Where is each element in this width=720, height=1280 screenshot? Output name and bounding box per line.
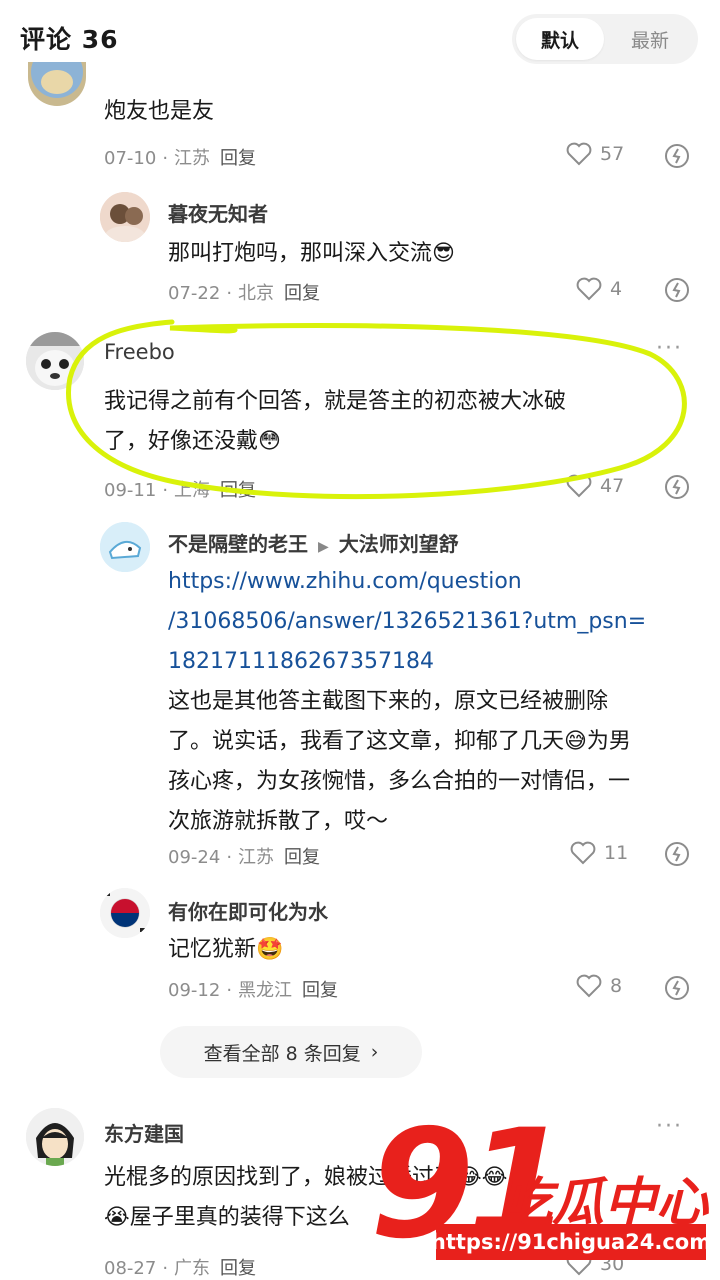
broken-heart-icon xyxy=(665,976,689,1000)
comment-date: 09-12 xyxy=(168,980,221,1001)
comment-location: 江苏 xyxy=(238,847,275,868)
heart-icon xyxy=(566,474,592,498)
reply-button[interactable]: 回复 xyxy=(284,847,320,868)
comment-text-line: 次旅游就拆散了，哎～ xyxy=(168,809,389,834)
avatar[interactable] xyxy=(100,888,150,938)
broken-heart-icon xyxy=(665,144,689,168)
like-button[interactable]: 47 xyxy=(566,474,624,498)
comment-text-part: 光棍多的原因找到了， xyxy=(104,1165,325,1190)
comment-text-line: 孩心疼，为女孩惋惜，多么合拍的一对情侣，一 xyxy=(168,769,631,794)
comment-location: 北京 xyxy=(238,283,275,304)
comment-date: 09-24 xyxy=(168,847,221,868)
watermark-url: https://91chigua24.com xyxy=(431,1224,711,1260)
like-count: 47 xyxy=(600,475,625,497)
comment-link[interactable]: /31068506/answer/1326521361?utm_psn= xyxy=(168,602,646,642)
reply-to-username[interactable]: 大法师刘望舒 xyxy=(339,532,459,556)
comment-text: 那叫打炮吗，那叫深入交流😎 xyxy=(168,241,455,266)
comment-link[interactable]: 1821711186267357184 xyxy=(168,642,434,682)
view-all-label: 查看全部 8 条回复 xyxy=(203,1042,361,1065)
comment-text-line: 我记得之前有个回答，就是答主的初恋被大冰破 xyxy=(104,389,567,414)
reply-arrow-icon: ▶ xyxy=(318,539,329,555)
reply-button[interactable]: 回复 xyxy=(220,1258,256,1279)
comment-text: 记忆犹新🤩 xyxy=(168,937,284,962)
dislike-button[interactable] xyxy=(664,474,690,500)
comment-text-part: 被 xyxy=(346,1165,369,1190)
dislike-button[interactable] xyxy=(664,143,690,169)
like-count: 8 xyxy=(610,975,623,997)
username[interactable]: Freebo xyxy=(104,340,175,364)
like-button[interactable]: 11 xyxy=(570,841,628,865)
username[interactable]: 有你在即可化为水 xyxy=(168,896,328,925)
comment-meta: 08-27 · 广东 回复 xyxy=(104,1258,257,1279)
avatar[interactable] xyxy=(26,332,84,390)
like-count: 57 xyxy=(600,143,625,165)
dislike-button[interactable] xyxy=(664,975,690,1001)
comment-date: 08-27 xyxy=(104,1258,157,1279)
comment-text-line: 了。说实话，我看了这文章，抑郁了几天😅为男 xyxy=(168,729,631,754)
broken-heart-icon xyxy=(665,475,689,499)
comment-text-line: 了，好像还没戴😳 xyxy=(104,429,281,454)
view-all-replies-button[interactable]: 查看全部 8 条回复 › xyxy=(160,1026,422,1078)
comment-location: 黑龙江 xyxy=(238,980,293,1001)
dislike-button[interactable] xyxy=(664,277,690,303)
chevron-right-icon: › xyxy=(370,1041,379,1063)
comment-date: 09-11 xyxy=(104,480,157,501)
sort-latest-button[interactable]: 最新 xyxy=(606,18,694,60)
reply-header: 不是隔壁的老王 ▶ 大法师刘望舒 xyxy=(168,528,459,557)
comment-meta: 09-11 · 上海 回复 xyxy=(104,480,257,501)
avatar[interactable] xyxy=(100,522,150,572)
like-button[interactable]: 57 xyxy=(566,142,624,166)
username[interactable]: 东方建国 xyxy=(104,1118,184,1147)
username[interactable]: 不是隔壁的老王 xyxy=(168,532,308,556)
broken-heart-icon xyxy=(665,842,689,866)
page-title: 评论 36 xyxy=(20,25,119,54)
dislike-button[interactable] xyxy=(664,841,690,867)
comment-link[interactable]: https://www.zhihu.com/question xyxy=(168,562,522,602)
like-button[interactable]: 8 xyxy=(576,974,622,998)
reply-button[interactable]: 回复 xyxy=(220,148,256,169)
avatar[interactable] xyxy=(100,192,150,242)
heart-icon xyxy=(566,142,592,166)
comment-meta: 07-10 · 江苏 回复 xyxy=(104,148,257,169)
like-button[interactable]: 4 xyxy=(576,277,622,301)
comment-location: 江苏 xyxy=(174,148,211,169)
broken-heart-icon xyxy=(665,278,689,302)
avatar[interactable] xyxy=(28,62,86,106)
comment-text-line: 这也是其他答主截图下来的，原文已经被删除 xyxy=(168,689,609,714)
comment-meta: 09-24 · 江苏 回复 xyxy=(168,847,321,868)
like-count: 4 xyxy=(610,278,623,300)
comment-date: 07-10 xyxy=(104,148,157,169)
comment-location: 广东 xyxy=(174,1258,211,1279)
comment-text-part: 娘 xyxy=(324,1165,347,1190)
like-count: 11 xyxy=(604,842,629,864)
more-options-icon[interactable]: ··· xyxy=(656,1114,683,1139)
heart-icon xyxy=(570,841,596,865)
reply-button[interactable]: 回复 xyxy=(302,980,338,1001)
username[interactable]: 暮夜无知者 xyxy=(168,198,268,227)
heart-icon xyxy=(576,277,602,301)
heart-icon xyxy=(576,974,602,998)
comment-text-line: 😭屋子里真的装得下这么 xyxy=(104,1205,350,1230)
sort-toggle: 默认 最新 xyxy=(512,14,698,64)
more-options-icon[interactable]: ··· xyxy=(656,336,683,361)
comment-text: 炮友也是友 xyxy=(104,99,215,124)
avatar[interactable] xyxy=(26,1108,84,1166)
comment-meta: 07-22 · 北京 回复 xyxy=(168,283,321,304)
comment-location: 上海 xyxy=(174,480,211,501)
comment-meta: 09-12 · 黑龙江 回复 xyxy=(168,980,339,1001)
reply-button[interactable]: 回复 xyxy=(220,480,256,501)
reply-button[interactable]: 回复 xyxy=(284,283,320,304)
comment-date: 07-22 xyxy=(168,283,221,304)
sort-default-button[interactable]: 默认 xyxy=(516,18,604,60)
